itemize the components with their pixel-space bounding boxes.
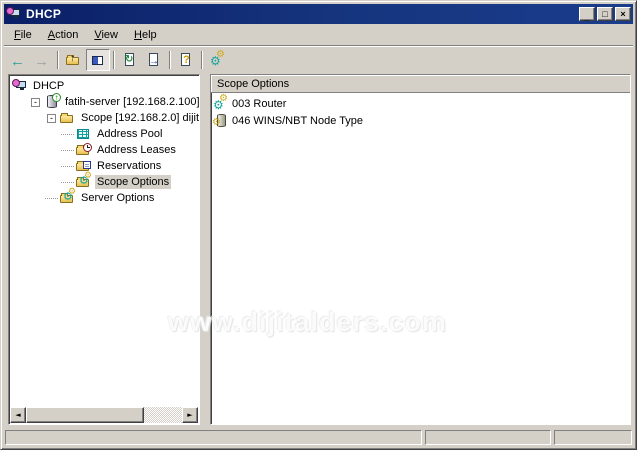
tb-up-one-level-icon xyxy=(66,52,82,68)
toolbar-separator xyxy=(57,51,59,69)
address-pool-icon xyxy=(76,126,92,142)
up-one-level-button[interactable] xyxy=(62,49,86,71)
folder-icon xyxy=(60,110,76,126)
tree-item-scope-options[interactable]: Scope Options xyxy=(12,174,199,190)
server-icon xyxy=(44,94,60,110)
scroll-thumb[interactable] xyxy=(26,407,144,423)
toolbar-separator xyxy=(201,51,203,69)
list-item-label: 003 Router xyxy=(232,98,286,110)
tree-item-label[interactable]: DHCP xyxy=(31,79,66,93)
list-item-label: 046 WINS/NBT Node Type xyxy=(232,115,363,127)
tree: DHCP-fatih-server [192.168.2.100]-Scope … xyxy=(12,78,199,206)
configure-options-button[interactable] xyxy=(206,49,230,71)
scroll-left-button[interactable]: ◄ xyxy=(10,407,26,423)
tree-connector xyxy=(60,142,76,158)
tb-refresh-icon xyxy=(122,52,138,68)
status-panel-1 xyxy=(5,430,422,445)
tree-item-label[interactable]: Scope [192.168.2.0] dijitald xyxy=(79,111,200,125)
tree-item-reservations[interactable]: Reservations xyxy=(12,158,199,174)
tree-item-fatih-server-192-168-2-100[interactable]: - fatih-server [192.168.2.100] xyxy=(12,94,199,110)
dhcp-root-icon xyxy=(12,78,28,94)
tree-item-label[interactable]: Server Options xyxy=(79,191,156,205)
tree-item-label[interactable]: Address Leases xyxy=(95,143,178,157)
maximize-icon: □ xyxy=(602,10,607,19)
menu-view[interactable]: View xyxy=(86,27,126,43)
maximize-button[interactable]: □ xyxy=(597,7,613,21)
results-pane[interactable]: Scope Options 003 Router 046 WINS/NBT Nod… xyxy=(210,74,631,425)
status-panel-3 xyxy=(554,430,632,445)
menu-bar: FileActionViewHelp xyxy=(4,24,633,46)
tb-export-list-icon xyxy=(146,52,162,68)
tree-item-scope-192-168-2-0-dijitald[interactable]: - Scope [192.168.2.0] dijitald xyxy=(12,110,199,126)
tb-back-icon xyxy=(10,52,26,68)
window-title: DHCP xyxy=(26,7,579,21)
tree-item-address-pool[interactable]: Address Pool xyxy=(12,126,199,142)
menu-help[interactable]: Help xyxy=(126,27,165,43)
tree-horizontal-scrollbar[interactable]: ◄ ► xyxy=(10,407,198,423)
tb-forward-icon xyxy=(34,52,50,68)
tb-help-icon xyxy=(178,52,194,68)
server-options-icon xyxy=(60,190,76,206)
menu-file[interactable]: File xyxy=(6,27,40,43)
forward-button[interactable] xyxy=(30,49,54,71)
tree-item-label[interactable]: Address Pool xyxy=(95,127,164,141)
minimize-icon: _ xyxy=(584,13,589,22)
tree-expander-icon[interactable]: - xyxy=(47,114,56,123)
scroll-track[interactable] xyxy=(144,407,182,423)
tb-show-console-tree-icon xyxy=(90,52,106,68)
tree-item-label[interactable]: fatih-server [192.168.2.100] xyxy=(63,95,200,109)
status-panel-2 xyxy=(425,430,551,445)
show-console-tree-button[interactable] xyxy=(86,49,110,71)
tree-expander-icon[interactable]: - xyxy=(31,98,40,107)
menu-action[interactable]: Action xyxy=(40,27,87,43)
scroll-right-button[interactable]: ► xyxy=(182,407,198,423)
option-gears-icon xyxy=(213,96,229,112)
address-leases-icon xyxy=(76,142,92,158)
toolbar-separator xyxy=(169,51,171,69)
scope-options-icon xyxy=(76,174,92,190)
pane-splitter[interactable] xyxy=(200,74,210,425)
minimize-button[interactable]: _ xyxy=(579,7,595,21)
tree-connector xyxy=(44,190,60,206)
column-header-scope-options[interactable]: Scope Options xyxy=(211,75,630,93)
status-bar xyxy=(4,427,633,446)
toolbar xyxy=(4,46,633,73)
toolbar-separator xyxy=(113,51,115,69)
help-button[interactable] xyxy=(174,49,198,71)
title-bar[interactable]: DHCP _ □ × xyxy=(4,4,633,24)
refresh-button[interactable] xyxy=(118,49,142,71)
close-icon: × xyxy=(620,10,625,19)
close-button[interactable]: × xyxy=(615,7,631,21)
back-button[interactable] xyxy=(6,49,30,71)
content-area: DHCP-fatih-server [192.168.2.100]-Scope … xyxy=(4,73,633,427)
list-item-003-router[interactable]: 003 Router xyxy=(213,95,630,112)
results-list: 003 Router 046 WINS/NBT Node Type xyxy=(211,93,630,424)
list-item-046-wins-nbt-node-type[interactable]: 046 WINS/NBT Node Type xyxy=(213,112,630,129)
tree-connector xyxy=(60,158,76,174)
tree-item-server-options[interactable]: Server Options xyxy=(12,190,199,206)
tree-item-address-leases[interactable]: Address Leases xyxy=(12,142,199,158)
dhcp-console-window: DHCP _ □ × FileActionViewHelp DHCP-fatih… xyxy=(0,0,637,450)
option-server-icon xyxy=(213,113,229,129)
tb-configure-options-icon xyxy=(210,52,226,68)
dhcp-app-icon xyxy=(6,6,22,22)
tree-item-label[interactable]: Reservations xyxy=(95,159,163,173)
tree-item-label[interactable]: Scope Options xyxy=(95,175,171,189)
window-controls: _ □ × xyxy=(579,7,631,21)
console-tree-pane[interactable]: DHCP-fatih-server [192.168.2.100]-Scope … xyxy=(8,74,200,425)
tree-item-dhcp[interactable]: DHCP xyxy=(12,78,199,94)
export-list-button[interactable] xyxy=(142,49,166,71)
tree-connector xyxy=(60,126,76,142)
